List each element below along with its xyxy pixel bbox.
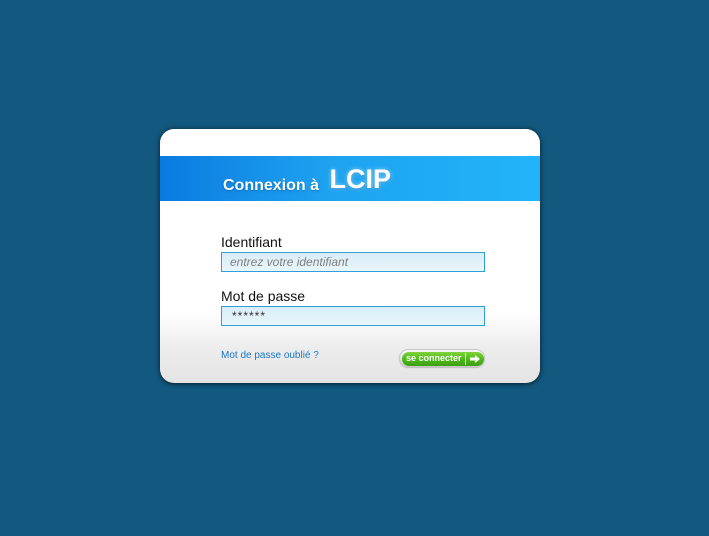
button-separator: [465, 353, 466, 365]
connect-button-label: se connecter: [406, 353, 462, 363]
brand-logo-text: LCIP: [329, 164, 391, 194]
login-header-banner: Connexion à LCIP: [160, 156, 540, 201]
connect-button[interactable]: se connecter: [399, 349, 485, 367]
arrow-right-icon: [470, 355, 480, 363]
login-input[interactable]: [221, 252, 485, 272]
password-label: Mot de passe: [221, 288, 306, 304]
forgot-password-link[interactable]: Mot de passe oublié ?: [221, 350, 319, 361]
page-title: Connexion à LCIP: [223, 164, 391, 197]
password-input[interactable]: [221, 306, 485, 326]
login-panel: Connexion à LCIP Identifiant Mot de pass…: [160, 129, 540, 383]
login-label: Identifiant: [221, 234, 282, 250]
connect-button-face: se connecter: [402, 352, 484, 366]
title-prefix: Connexion à: [223, 177, 320, 194]
